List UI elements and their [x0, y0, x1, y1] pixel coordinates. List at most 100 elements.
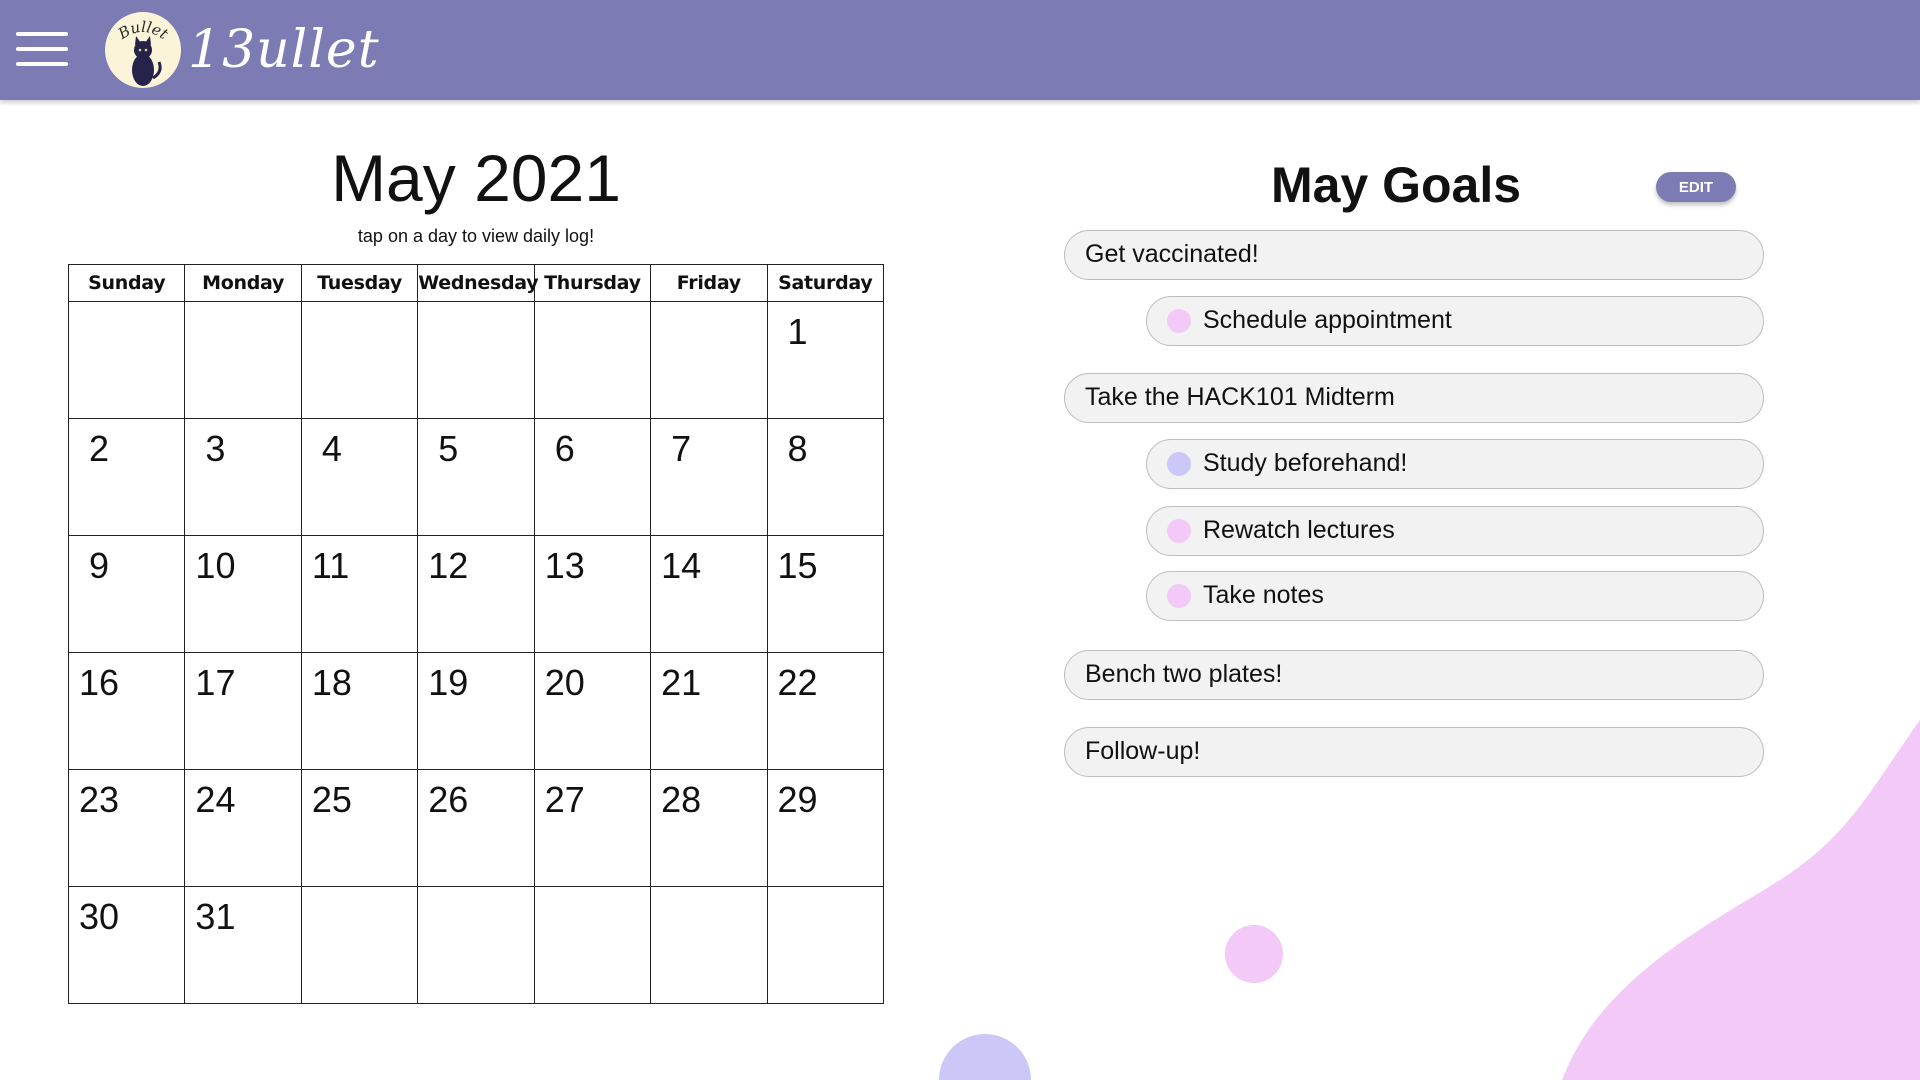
goal-label: Follow-up! — [1085, 737, 1201, 765]
goal-label: Rewatch lectures — [1203, 516, 1395, 544]
weekday-monday: Monday — [184, 264, 302, 302]
goal-label: Schedule appointment — [1203, 306, 1452, 334]
calendar-empty-cell — [766, 886, 885, 1004]
calendar-empty-cell — [184, 301, 302, 419]
top-app-bar: Bullet 13ullet — [0, 0, 1920, 100]
calendar-day-cell[interactable]: 12 — [417, 535, 535, 653]
calendar-day-number: 18 — [311, 662, 352, 703]
calendar-day-number: 23 — [79, 779, 120, 820]
weekday-tuesday: Tuesday — [300, 264, 419, 302]
subgoal-item[interactable]: Schedule appointment — [1146, 296, 1764, 346]
calendar-empty-cell — [417, 301, 535, 419]
calendar-day-number: 10 — [195, 545, 236, 586]
calendar-day-cell[interactable]: 20 — [533, 652, 652, 770]
calendar-day-cell[interactable]: 10 — [184, 535, 302, 653]
calendar-day-cell[interactable]: 1 — [766, 301, 885, 419]
calendar-day-cell[interactable]: 15 — [766, 535, 885, 653]
calendar-day-number: 16 — [79, 662, 120, 703]
calendar-day-cell[interactable]: 3 — [184, 418, 302, 536]
calendar-hint: tap on a day to view daily log! — [357, 226, 595, 246]
calendar-day-cell[interactable]: 18 — [300, 652, 419, 770]
calendar-day-cell[interactable]: 7 — [650, 418, 768, 536]
bullet-dot-icon[interactable] — [1167, 584, 1191, 608]
calendar-day-cell[interactable]: 26 — [417, 769, 535, 887]
calendar-day-number: 30 — [79, 896, 120, 937]
calendar-day-number: 31 — [195, 896, 236, 937]
calendar-day-number: 12 — [428, 545, 469, 586]
bullet-dot-icon[interactable] — [1167, 519, 1191, 543]
calendar-day-cell[interactable]: 29 — [766, 769, 885, 887]
goal-label: Take notes — [1203, 581, 1324, 609]
subgoal-item[interactable]: Study beforehand! — [1146, 439, 1764, 489]
calendar-day-cell[interactable]: 5 — [417, 418, 535, 536]
calendar-day-number: 17 — [195, 662, 236, 703]
calendar-day-cell[interactable]: 6 — [533, 418, 652, 536]
calendar-empty-cell — [300, 301, 419, 419]
decorative-pink-dot — [1225, 925, 1283, 983]
goal-item[interactable]: Take the HACK101 Midterm — [1064, 373, 1764, 423]
weekday-wednesday: Wednesday — [417, 264, 539, 302]
calendar-day-number: 26 — [428, 779, 469, 820]
calendar-day-number: 14 — [661, 545, 702, 586]
calendar-day-cell[interactable]: 25 — [300, 769, 419, 887]
calendar-day-number: 25 — [311, 779, 352, 820]
calendar-day-number: 24 — [195, 779, 236, 820]
calendar-month-title: May 2021 — [331, 141, 621, 215]
calendar-day-cell[interactable]: 27 — [533, 769, 652, 887]
calendar-day-cell[interactable]: 8 — [766, 418, 885, 536]
calendar-day-cell[interactable]: 21 — [650, 652, 768, 770]
calendar-day-cell[interactable]: 11 — [300, 535, 419, 653]
calendar-day-number: 9 — [89, 545, 110, 586]
calendar-day-cell[interactable]: 4 — [300, 418, 419, 536]
calendar-day-cell[interactable]: 22 — [766, 652, 885, 770]
bullet-dot-icon[interactable] — [1167, 309, 1191, 333]
calendar-day-cell[interactable]: 16 — [67, 652, 186, 770]
goal-item[interactable]: Get vaccinated! — [1064, 230, 1764, 280]
calendar-day-cell[interactable]: 30 — [67, 886, 186, 1004]
calendar-day-cell[interactable]: 17 — [184, 652, 302, 770]
calendar-day-cell[interactable]: 28 — [650, 769, 768, 887]
calendar-day-number: 29 — [777, 779, 818, 820]
calendar-day-number: 19 — [428, 662, 469, 703]
calendar-day-number: 20 — [544, 662, 585, 703]
goal-label: Take the HACK101 Midterm — [1085, 383, 1395, 411]
calendar-day-cell[interactable]: 24 — [184, 769, 302, 887]
svg-text:Bullet: Bullet — [114, 18, 172, 44]
calendar-day-number: 13 — [544, 545, 585, 586]
calendar-week-row: 9 10 11 12 13 14 15 — [67, 535, 885, 653]
calendar-day-cell[interactable]: 19 — [417, 652, 535, 770]
subgoal-item[interactable]: Rewatch lectures — [1146, 506, 1764, 556]
goals-title: May Goals — [1270, 157, 1522, 213]
calendar-day-cell[interactable]: 14 — [650, 535, 768, 653]
calendar-day-number: 21 — [661, 662, 702, 703]
goal-label: Study beforehand! — [1203, 449, 1408, 477]
calendar-day-number: 8 — [787, 428, 808, 469]
calendar-day-number: 7 — [671, 428, 692, 469]
logo-icon[interactable]: Bullet — [105, 12, 181, 88]
calendar-day-cell[interactable]: 13 — [533, 535, 652, 653]
calendar-empty-cell — [533, 301, 652, 419]
weekday-header-row: Sunday Monday Tuesday Wednesday Thursday… — [67, 264, 885, 302]
goal-item[interactable]: Follow-up! — [1064, 727, 1764, 777]
calendar-day-cell[interactable]: 2 — [67, 418, 186, 536]
decorative-lavender-dot — [939, 1034, 1031, 1080]
month-calendar: Sunday Monday Tuesday Wednesday Thursday… — [67, 264, 885, 1004]
goal-label: Get vaccinated! — [1085, 240, 1259, 268]
calendar-empty-cell — [650, 301, 768, 419]
calendar-day-cell[interactable]: 9 — [67, 535, 186, 653]
calendar-day-cell[interactable]: 23 — [67, 769, 186, 887]
calendar-day-number: 1 — [787, 311, 808, 352]
calendar-week-row: 23 24 25 26 27 28 29 — [67, 769, 885, 887]
calendar-day-number: 5 — [438, 428, 459, 469]
subgoal-item[interactable]: Take notes — [1146, 571, 1764, 621]
edit-goals-button[interactable]: EDIT — [1656, 172, 1736, 202]
calendar-week-row: 1 — [67, 301, 885, 419]
calendar-day-number: 22 — [777, 662, 818, 703]
goal-item[interactable]: Bench two plates! — [1064, 650, 1764, 700]
calendar-empty-cell — [533, 886, 652, 1004]
hamburger-menu-icon[interactable] — [16, 32, 68, 68]
weekday-friday: Friday — [650, 264, 768, 302]
brand-wordmark[interactable]: 13ullet — [188, 20, 380, 80]
calendar-day-cell[interactable]: 31 — [184, 886, 302, 1004]
bullet-dot-icon[interactable] — [1167, 452, 1191, 476]
